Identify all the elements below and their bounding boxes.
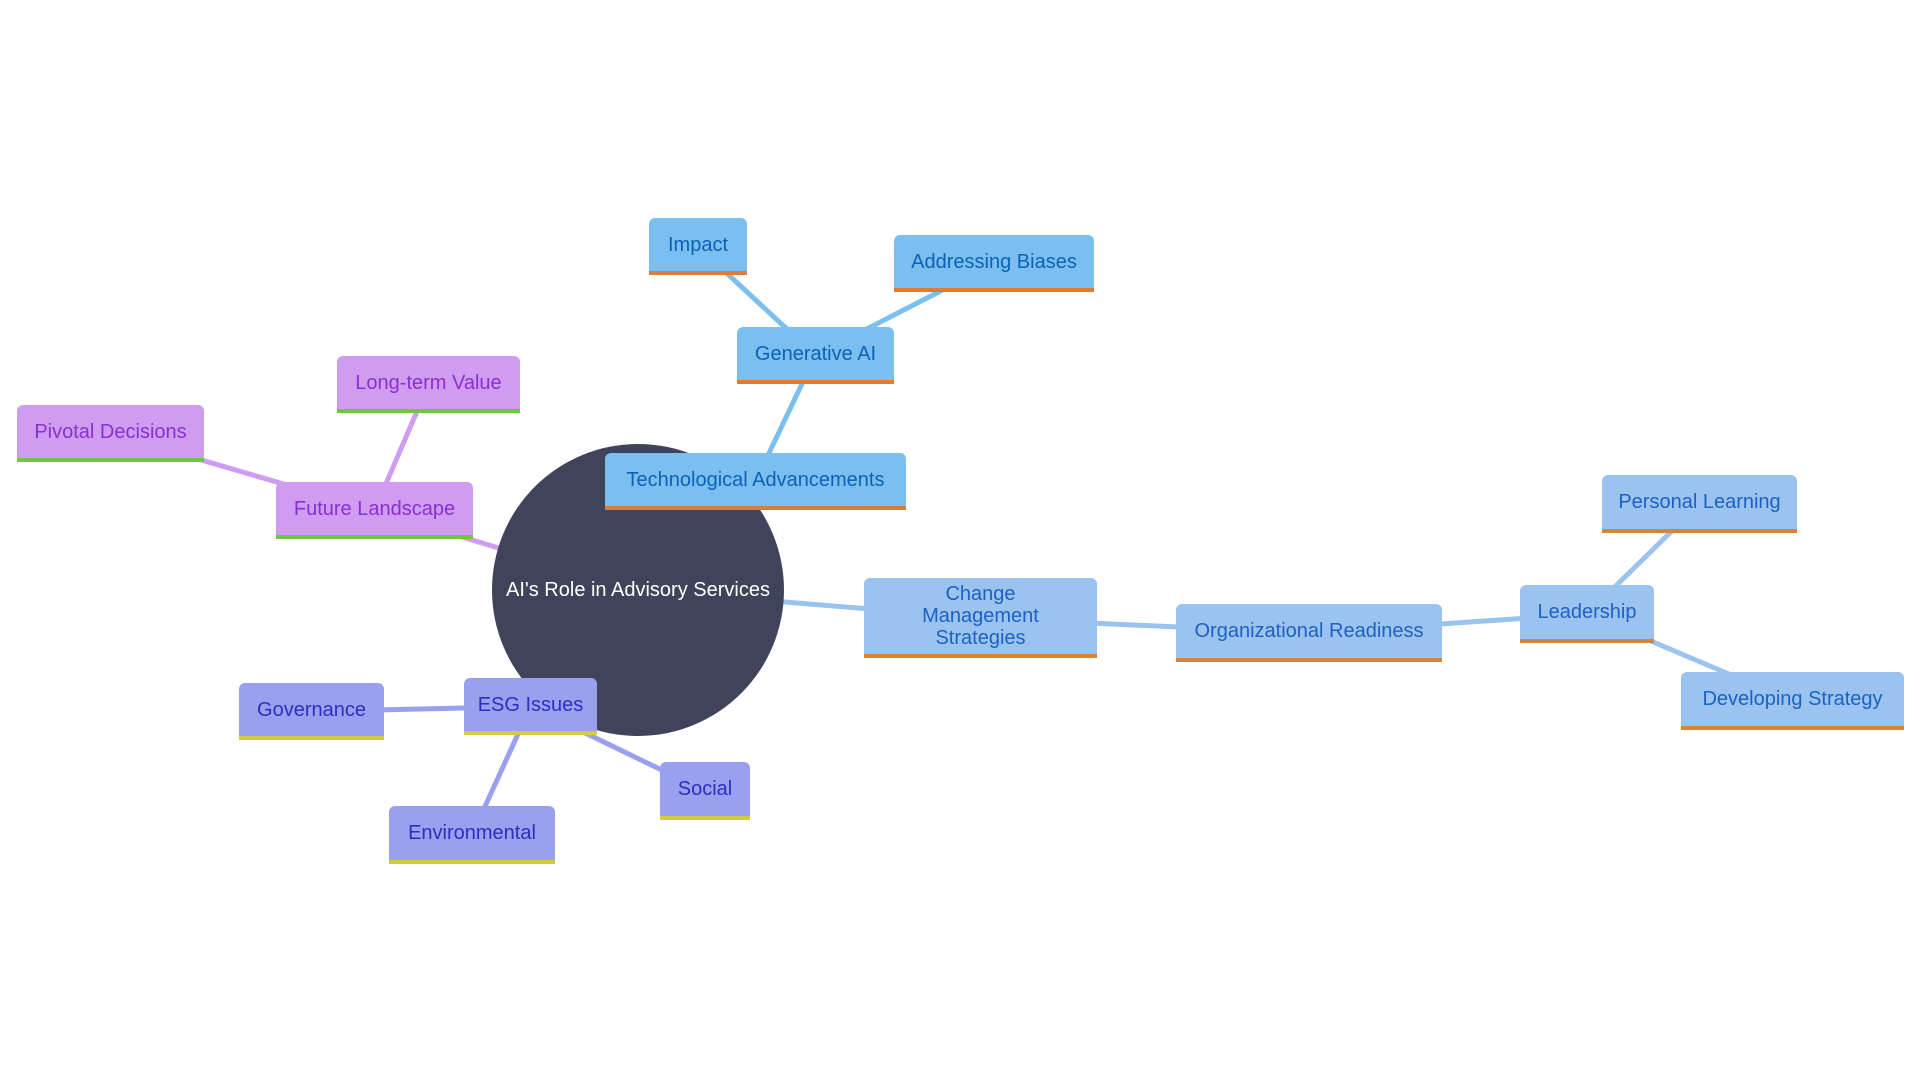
node-impact[interactable]: Impact — [649, 218, 747, 275]
node-addressing-biases[interactable]: Addressing Biases — [894, 235, 1094, 292]
node-pivotal-decisions[interactable]: Pivotal Decisions — [17, 405, 204, 462]
node-change-management[interactable]: Change Management Strategies — [864, 578, 1097, 658]
node-generative-ai[interactable]: Generative AI — [737, 327, 894, 384]
node-future-landscape[interactable]: Future Landscape — [276, 482, 473, 539]
node-leadership[interactable]: Leadership — [1520, 585, 1654, 643]
node-personal-learning[interactable]: Personal Learning — [1602, 475, 1797, 533]
node-social[interactable]: Social — [660, 762, 750, 820]
node-long-term-value[interactable]: Long-term Value — [337, 356, 520, 413]
node-governance[interactable]: Governance — [239, 683, 384, 740]
node-environmental[interactable]: Environmental — [389, 806, 555, 864]
node-technological-advancements[interactable]: Technological Advancements — [605, 453, 906, 510]
edges-layer — [109, 244, 1794, 837]
node-developing-strategy[interactable]: Developing Strategy — [1681, 672, 1904, 730]
node-organizational-readiness[interactable]: Organizational Readiness — [1176, 604, 1442, 662]
node-esg-issues[interactable]: ESG Issues — [464, 678, 597, 735]
